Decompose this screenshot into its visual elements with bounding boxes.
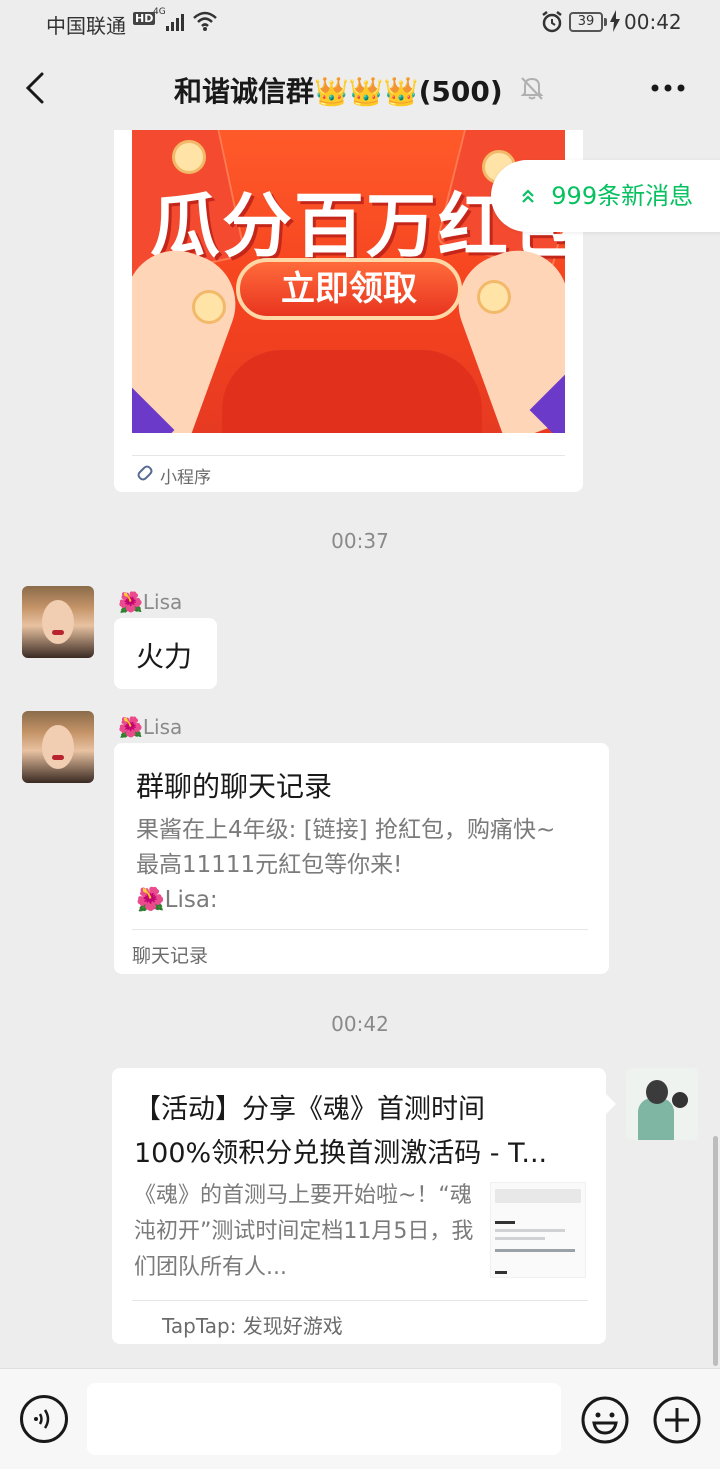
input-bar [0,1368,720,1469]
chat-history-preview: 果酱在上4年级: [链接] 抢紅包，购痛快~ 最高11111元紅包等你来! 🌺L… [136,817,556,913]
message-timestamp: 00:37 [331,529,389,553]
avatar-lips [52,630,64,635]
coin-decoration [477,280,511,314]
red-envelope-decoration [222,350,482,433]
thumbnail-line [495,1229,565,1232]
avatar[interactable] [22,586,94,658]
thumbnail-line [495,1249,575,1252]
link-title: 【活动】分享《魂》首测时间 100%领积分兑换首测激活码 - T... [134,1088,589,1176]
bell-mute-icon [518,74,546,106]
alarm-icon [540,10,564,39]
chat-history-card[interactable]: 群聊的聊天记录 果酱在上4年级: [链接] 抢紅包，购痛快~ 最高11111元紅… [114,743,609,974]
mini-program-footer: 小程序 [136,463,211,488]
wifi-icon [192,10,218,37]
thumbnail-line [495,1221,515,1224]
message-bubble[interactable]: 火力 [114,618,217,689]
mini-program-label: 小程序 [160,468,211,488]
sender-name: 🌺Lisa [118,590,183,614]
status-bar: 中国联通 HD 4G 39 00:42 [0,0,720,46]
new-messages-button[interactable]: 999条新消息 [491,160,720,232]
avatar-pet [672,1092,688,1108]
divider [132,1300,588,1301]
avatar[interactable] [626,1068,698,1140]
chevron-left-icon[interactable] [22,68,52,108]
avatar-face [42,600,74,644]
carrier-name: 中国联通 [46,14,126,38]
emoji-icon[interactable] [580,1395,630,1445]
chat-history-title: 群聊的聊天记录 [136,770,333,803]
avatar[interactable] [22,711,94,783]
link-description: 《魂》的首测马上要开始啦~！“魂沌初开”测试时间定档11月5日，我们团队所有人.… [134,1183,474,1280]
mini-program-icon [136,464,154,487]
link-thumbnail [490,1182,586,1278]
scrollbar[interactable] [713,1136,718,1366]
promo-claim-button: 立即领取 [236,258,462,320]
message-timestamp: 00:42 [331,1012,389,1036]
plus-icon[interactable] [652,1395,702,1445]
network-type: 4G [153,7,166,17]
link-title-line1: 【活动】分享《魂》首测时间 [134,1094,485,1125]
thumbnail-line [495,1237,545,1240]
link-source: TapTap: 发现好游戏 [162,1314,343,1338]
more-dots-icon[interactable] [650,74,686,94]
coin-decoration [172,140,206,174]
link-title-line2: 100%领积分兑换首测激活码 - T... [134,1138,548,1169]
voice-icon[interactable] [20,1395,68,1443]
status-time: 00:42 [624,10,682,34]
hd-badge: HD [133,12,156,25]
thumbnail-line [495,1189,581,1203]
avatar-face [42,725,74,769]
battery-tip [604,18,607,26]
charging-icon [610,10,620,37]
chat-title: 和谐诚信群👑👑👑(500) [174,75,503,108]
message-input[interactable] [87,1383,561,1455]
sender-name: 🌺Lisa [118,715,183,739]
double-chevron-up-icon [521,188,541,209]
divider [132,455,565,456]
avatar-lips [52,755,64,760]
link-card[interactable]: 【活动】分享《魂》首测时间 100%领积分兑换首测激活码 - T... 《魂》的… [112,1068,616,1344]
signal-icon [166,12,188,36]
avatar-body [638,1098,674,1140]
bubble-tail [606,1094,616,1114]
new-messages-label: 999条新消息 [551,182,694,210]
chat-header: 和谐诚信群👑👑👑(500) [0,46,720,130]
thumbnail-line [495,1271,507,1274]
message-text: 火力 [136,640,193,673]
avatar-head [646,1080,668,1104]
battery-icon: 39 [569,12,603,32]
chat-history-footer: 聊天记录 [132,945,209,967]
coin-decoration [192,290,226,324]
divider [132,929,588,930]
